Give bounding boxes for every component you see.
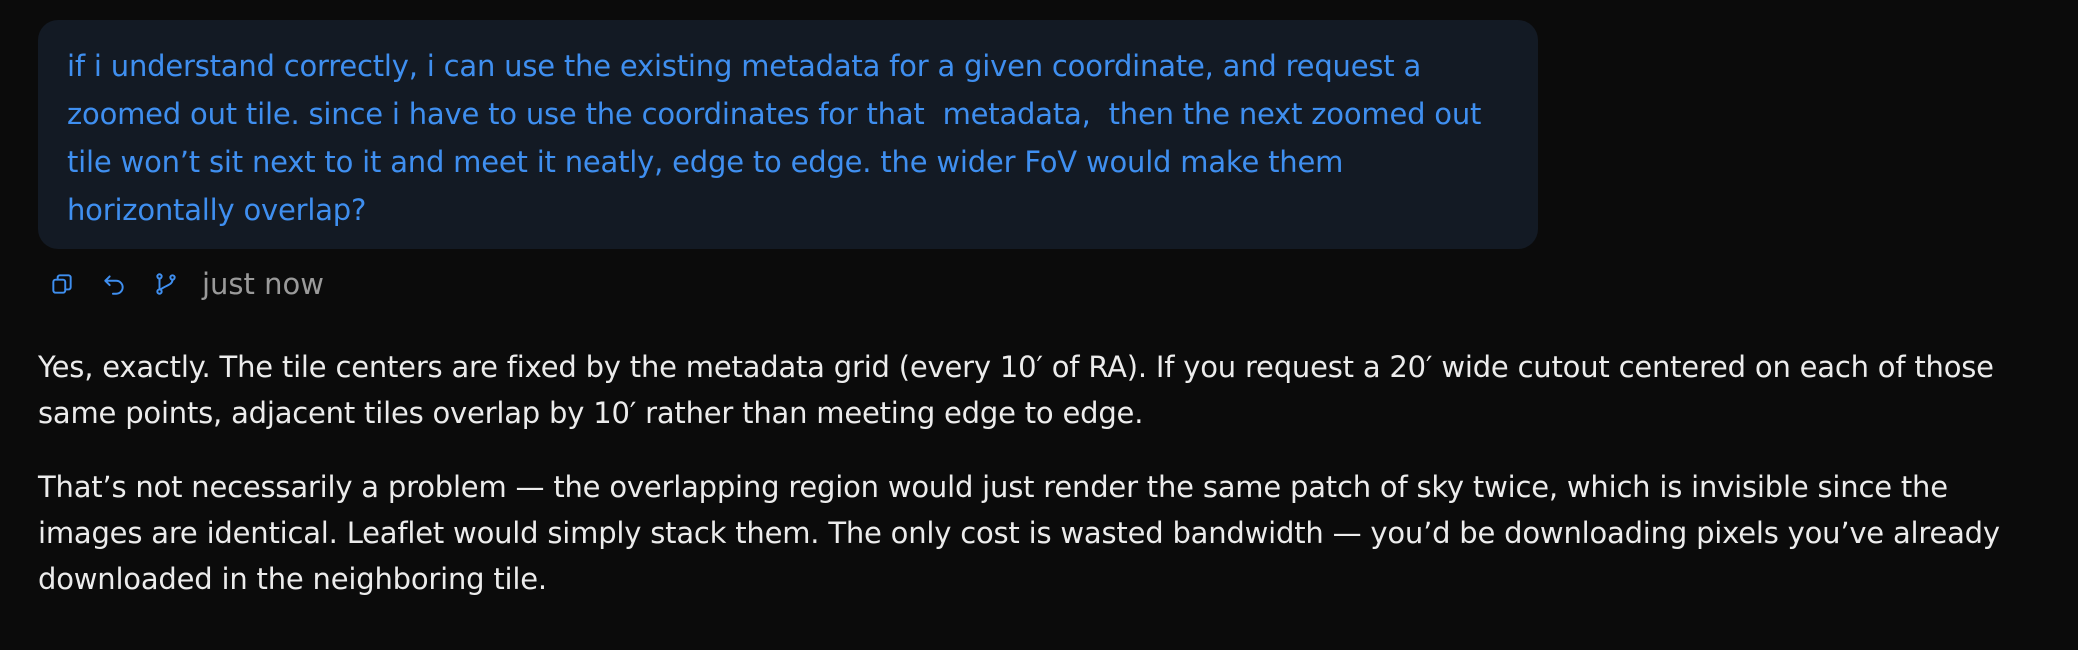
assistant-message: Yes, exactly. The tile centers are fixed… bbox=[38, 344, 2058, 602]
user-message-bubble: if i understand correctly, i can use the… bbox=[38, 20, 1538, 249]
message-timestamp: just now bbox=[202, 267, 324, 301]
assistant-paragraph-1: Yes, exactly. The tile centers are fixed… bbox=[38, 350, 1994, 430]
undo-icon[interactable] bbox=[100, 270, 128, 298]
chat-view: if i understand correctly, i can use the… bbox=[0, 0, 2078, 650]
user-message-text: if i understand correctly, i can use the… bbox=[67, 49, 1482, 227]
assistant-paragraph-2: That’s not necessarily a problem — the o… bbox=[38, 470, 2000, 596]
message-actions-bar: just now bbox=[48, 262, 324, 306]
copy-icon[interactable] bbox=[48, 270, 76, 298]
branch-icon[interactable] bbox=[152, 270, 180, 298]
